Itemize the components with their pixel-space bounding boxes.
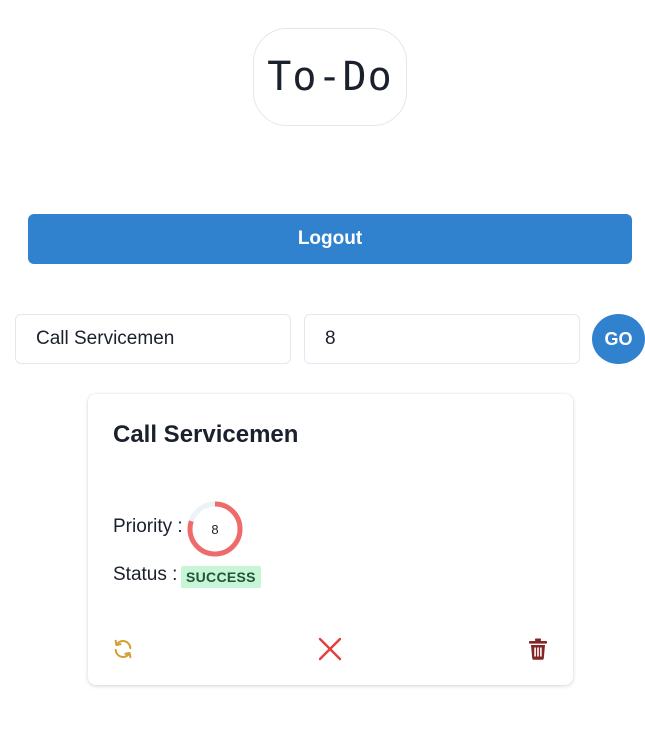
refresh-button[interactable] — [108, 634, 138, 664]
app-title: To-Do — [267, 54, 393, 100]
task-input[interactable] — [15, 314, 291, 364]
priority-label: Priority : — [113, 516, 183, 537]
close-icon — [318, 637, 342, 661]
trash-icon — [529, 638, 547, 660]
task-card: Call Servicemen Priority : 8 Status : SU… — [88, 394, 573, 685]
cancel-task-button[interactable] — [315, 634, 345, 664]
task-title: Call Servicemen — [113, 421, 299, 448]
refresh-icon — [114, 639, 132, 659]
priority-value: 8 — [211, 521, 219, 537]
status-label: Status : — [113, 564, 178, 585]
status-badge: SUCCESS — [181, 566, 261, 588]
app-logo: To-Do — [253, 28, 407, 126]
go-button[interactable]: GO — [592, 314, 645, 364]
priority-input[interactable] — [304, 314, 580, 364]
logout-button[interactable]: Logout — [28, 214, 632, 264]
delete-task-button[interactable] — [523, 634, 553, 664]
